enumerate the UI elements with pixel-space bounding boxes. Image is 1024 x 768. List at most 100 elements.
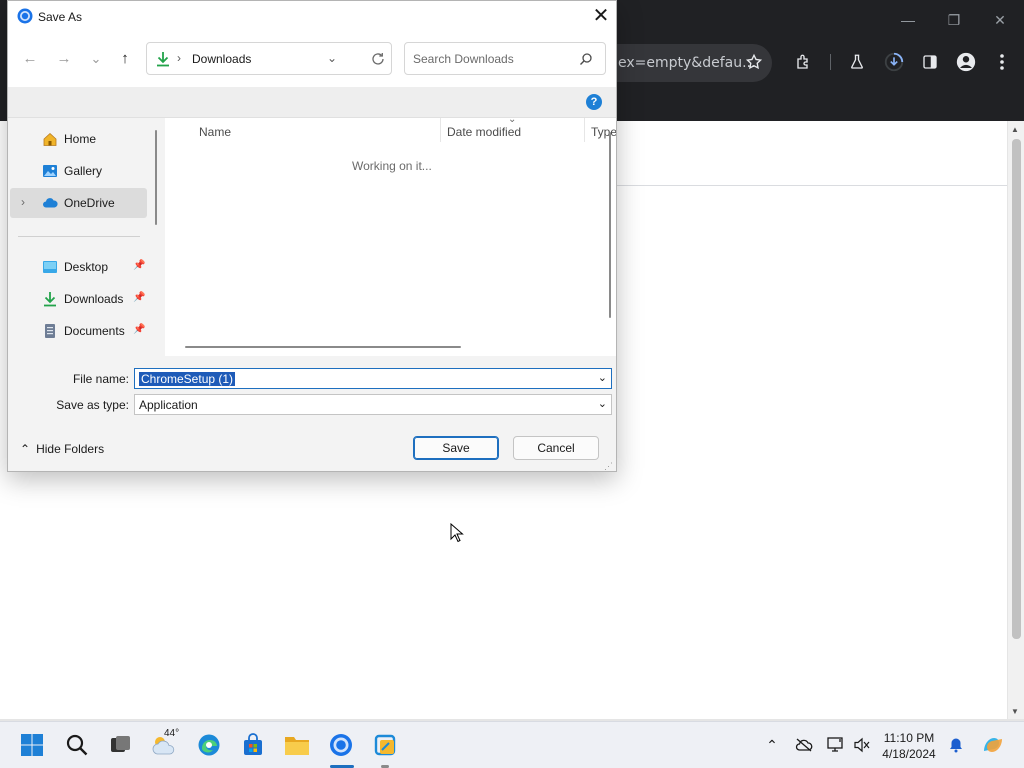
breadcrumb-downloads[interactable]: Downloads (192, 52, 251, 66)
pin-icon: 📌 (133, 260, 146, 271)
snipping-tool-icon[interactable] (371, 731, 399, 759)
sidebar-item-label: Gallery (64, 164, 103, 178)
page-scrollbar[interactable]: ▲ ▼ (1007, 121, 1024, 721)
chevron-up-icon[interactable]: ⌃ (762, 735, 782, 755)
scrollbar-thumb[interactable] (1012, 139, 1021, 639)
chrome-icon (17, 8, 33, 24)
chevron-down-icon[interactable]: ⌄ (598, 397, 607, 410)
navigation-pane: Home Gallery › OneDrive Desktop 📌 Downlo… (8, 118, 157, 356)
recent-locations-button[interactable]: ⌄ (86, 49, 106, 69)
save-as-type-select[interactable]: Application ⌄ (134, 394, 612, 415)
restore-icon[interactable]: ❐ (942, 8, 966, 32)
store-icon[interactable] (239, 731, 267, 759)
save-as-type-value: Application (139, 398, 198, 412)
sidebar-item-label: Home (64, 132, 97, 146)
sidebar-item-gallery[interactable]: Gallery (10, 156, 147, 186)
omnibox-url[interactable]: ex=empty&defau... (618, 55, 755, 71)
cancel-button[interactable]: Cancel (513, 436, 599, 460)
refresh-icon[interactable] (371, 52, 385, 66)
search-icon[interactable] (579, 52, 593, 66)
save-as-dialog: Save As ✕ ← → ⌄ ↑ › Downloads ⌄ Search D… (7, 0, 617, 472)
task-view-icon[interactable] (106, 731, 134, 759)
onedrive-icon (43, 198, 58, 208)
menu-icon[interactable] (990, 50, 1014, 74)
sort-chevron-icon: ⌄ (508, 114, 517, 125)
desktop-icon (43, 261, 57, 273)
column-header-type[interactable]: Type (591, 125, 616, 139)
column-separator[interactable] (440, 118, 441, 142)
taskbar: 44° ⌃ 11:10 PM 4/18/2024 (0, 721, 1024, 768)
sidebar-item-label: OneDrive (64, 196, 115, 210)
sidebar-item-downloads[interactable]: Downloads 📌 (10, 284, 147, 314)
star-icon[interactable] (742, 50, 766, 74)
up-button[interactable]: ↑ (115, 49, 135, 69)
download-progress-icon[interactable] (882, 50, 906, 74)
file-list-horizontal-scrollbar[interactable] (185, 346, 461, 348)
sidebar-item-desktop[interactable]: Desktop 📌 (10, 252, 147, 282)
copilot-icon[interactable] (980, 735, 1006, 755)
sidebar-item-onedrive[interactable]: › OneDrive (10, 188, 147, 218)
column-header-name[interactable]: Name (199, 125, 231, 139)
chevron-right-icon[interactable]: › (21, 195, 25, 209)
extensions-icon[interactable] (792, 50, 816, 74)
file-explorer-icon[interactable] (283, 731, 311, 759)
side-panel-icon[interactable] (918, 50, 942, 74)
notification-bell-icon[interactable] (946, 735, 966, 755)
close-icon[interactable]: ✕ (586, 5, 616, 29)
forward-button[interactable]: → (54, 49, 74, 69)
file-list: Name ⌄ Date modified Type Working on it.… (165, 114, 616, 356)
loading-status: Working on it... (352, 159, 432, 173)
address-bar[interactable]: › Downloads ⌄ (146, 42, 392, 75)
sidebar-item-documents[interactable]: Documents 📌 (10, 316, 147, 346)
save-button[interactable]: Save (413, 436, 499, 460)
help-icon[interactable]: ? (586, 94, 602, 110)
clock-date[interactable]: 4/18/2024 (876, 747, 942, 761)
sidebar-item-label: Documents (64, 324, 125, 338)
back-button[interactable]: ← (20, 49, 40, 69)
search-icon[interactable] (63, 731, 91, 759)
pin-icon: 📌 (133, 292, 146, 303)
documents-icon (45, 324, 55, 338)
hide-folders-button[interactable]: ⌃ Hide Folders (20, 442, 104, 456)
downloads-icon (44, 292, 56, 307)
close-icon[interactable]: ✕ (988, 8, 1012, 32)
column-separator[interactable] (584, 118, 585, 142)
scroll-down-arrow[interactable]: ▼ (1011, 707, 1019, 716)
sidebar-item-home[interactable]: Home (10, 124, 147, 154)
profile-icon[interactable] (954, 50, 978, 74)
resize-grip-icon[interactable]: ⋰ (604, 461, 613, 471)
file-name-label: File name: (72, 372, 129, 386)
toolbar-divider (830, 54, 831, 70)
dialog-titlebar[interactable]: Save As ✕ (8, 1, 616, 33)
minimize-icon[interactable]: — (896, 8, 920, 32)
chevron-down-icon[interactable]: ⌄ (327, 51, 337, 65)
sidebar-item-label: Desktop (64, 260, 109, 274)
clock-time[interactable]: 11:10 PM (876, 731, 942, 745)
edge-icon[interactable] (195, 731, 223, 759)
divider (18, 236, 140, 237)
mouse-cursor-icon (450, 523, 464, 543)
labs-icon[interactable] (845, 50, 869, 74)
gallery-icon (43, 165, 57, 177)
save-as-type-label: Save as type: (56, 398, 129, 412)
dialog-title: Save As (38, 10, 83, 24)
file-name-field[interactable]: ChromeSetup (1) ⌄ (134, 368, 612, 389)
start-icon[interactable] (18, 731, 46, 759)
column-header-date-modified[interactable]: Date modified (447, 125, 521, 139)
search-input[interactable]: Search Downloads (404, 42, 606, 75)
hide-folders-label: Hide Folders (36, 442, 105, 456)
display-icon[interactable] (826, 735, 846, 755)
file-name-value[interactable]: ChromeSetup (1) (139, 372, 236, 386)
search-placeholder: Search Downloads (413, 52, 514, 66)
chrome-icon[interactable] (327, 731, 355, 759)
scroll-up-arrow[interactable]: ▲ (1011, 125, 1019, 134)
chrome-page-header (617, 121, 1007, 186)
command-bar: ? (8, 87, 616, 118)
file-list-vertical-scrollbar[interactable] (609, 132, 611, 318)
sidebar-item-label: Downloads (64, 292, 124, 306)
downloads-icon (157, 52, 169, 67)
chevron-down-icon[interactable]: ⌄ (598, 371, 607, 384)
onedrive-offline-icon[interactable] (794, 735, 814, 755)
sidebar-scrollbar[interactable] (155, 130, 157, 225)
volume-icon[interactable] (852, 735, 872, 755)
